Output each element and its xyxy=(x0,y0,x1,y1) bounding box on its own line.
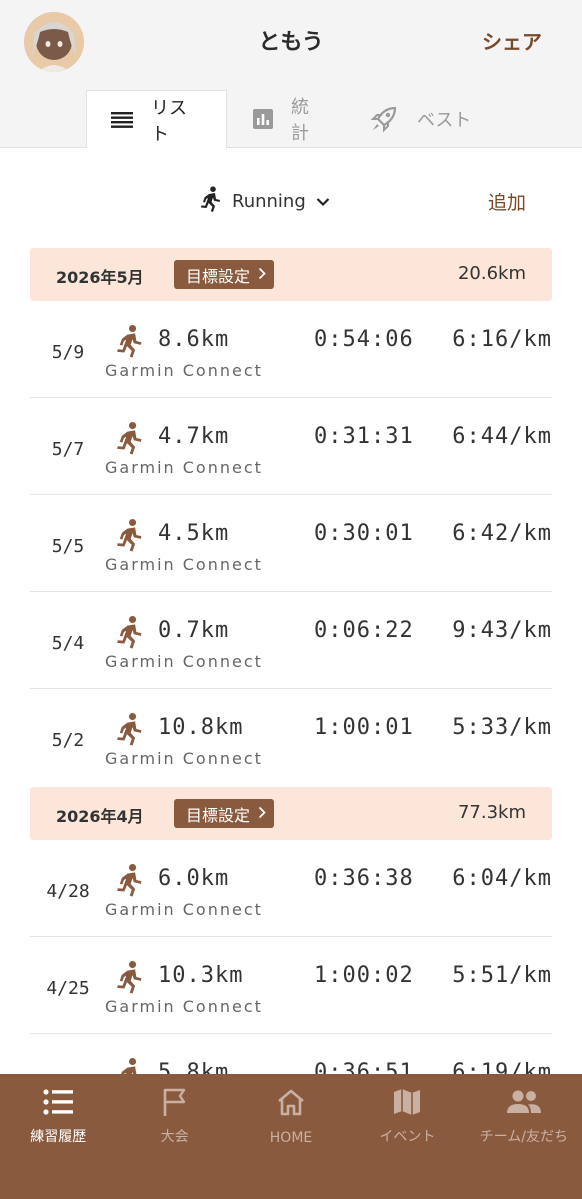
running-icon xyxy=(116,517,144,557)
activity-row[interactable]: 5/5 4.5km Garmin Connect 0:30:01 6:42/km xyxy=(30,495,552,592)
activity-pace: 6:04/km xyxy=(452,866,552,891)
month-title: 2026年4月 xyxy=(56,807,144,826)
nav-events[interactable]: イベント xyxy=(349,1074,465,1199)
activity-row[interactable]: 4/25 10.3km Garmin Connect 1:00:02 5:51/… xyxy=(30,937,552,1034)
map-icon xyxy=(349,1084,465,1120)
app-header: ともう シェア リスト 統計 ベスト xyxy=(0,0,582,148)
tab-stats-label: 統計 xyxy=(291,97,309,144)
nav-history-label: 練習履歴 xyxy=(30,1129,87,1145)
running-icon xyxy=(116,862,144,902)
share-button[interactable]: シェア xyxy=(482,26,542,55)
add-button[interactable]: 追加 xyxy=(488,188,526,215)
activity-source: Garmin Connect xyxy=(105,749,263,768)
goal-setting-button[interactable]: 目標設定 xyxy=(174,260,275,289)
nav-home-label: HOME xyxy=(269,1130,313,1146)
nav-races-label: 大会 xyxy=(160,1129,189,1145)
nav-events-label: イベント xyxy=(379,1129,436,1145)
activity-distance: 6.0km xyxy=(158,866,230,891)
activity-distance: 10.3km xyxy=(158,963,244,988)
bottom-nav: 練習履歴 大会 HOME イベント チーム/友だち xyxy=(0,1074,582,1199)
running-icon xyxy=(116,614,144,654)
view-tabs: リスト 統計 ベスト xyxy=(86,90,495,148)
activity-date: 4/25 xyxy=(46,978,90,999)
sport-label: Running xyxy=(232,191,306,212)
activity-date: 5/4 xyxy=(51,633,85,654)
sport-selector[interactable]: Running xyxy=(200,186,330,217)
activity-time: 0:31:31 xyxy=(314,424,414,449)
nav-team-friends[interactable]: チーム/友だち xyxy=(466,1074,582,1199)
tab-list[interactable]: リスト xyxy=(86,90,227,148)
tab-list-label: リスト xyxy=(151,97,187,145)
activity-pace: 9:43/km xyxy=(452,618,552,643)
bar-chart-icon xyxy=(253,109,273,129)
activity-row[interactable]: 4/28 6.0km Garmin Connect 0:36:38 6:04/k… xyxy=(30,840,552,937)
activity-time: 0:54:06 xyxy=(314,327,414,352)
activity-time: 1:00:02 xyxy=(314,963,414,988)
running-icon xyxy=(200,186,222,217)
activity-row[interactable]: 5/2 10.8km Garmin Connect 1:00:01 5:33/k… xyxy=(30,689,552,786)
chevron-right-icon xyxy=(258,804,266,823)
activity-row[interactable]: 5/4 0.7km Garmin Connect 0:06:22 9:43/km xyxy=(30,592,552,689)
nav-team-friends-label: チーム/友だち xyxy=(479,1129,568,1145)
activity-time: 0:06:22 xyxy=(314,618,414,643)
tab-best-label: ベスト xyxy=(417,110,472,131)
activity-date: 5/7 xyxy=(51,439,85,460)
activity-date: 5/9 xyxy=(51,342,85,363)
activity-source: Garmin Connect xyxy=(105,997,263,1016)
activity-distance: 0.7km xyxy=(158,618,230,643)
activity-distance: 4.7km xyxy=(158,424,230,449)
activity-source: Garmin Connect xyxy=(105,361,263,380)
activity-row[interactable]: 5/7 4.7km Garmin Connect 0:31:31 6:44/km xyxy=(30,398,552,495)
home-icon xyxy=(233,1084,349,1120)
running-icon xyxy=(116,420,144,460)
activity-distance: 10.8km xyxy=(158,715,244,740)
goal-setting-button[interactable]: 目標設定 xyxy=(174,799,275,828)
activity-source: Garmin Connect xyxy=(105,555,263,574)
chevron-down-icon xyxy=(316,191,330,212)
activity-time: 1:00:01 xyxy=(314,715,414,740)
activity-pace: 6:42/km xyxy=(452,521,552,546)
month-header: 2026年5月 目標設定 20.6km xyxy=(30,248,552,301)
activity-date: 5/2 xyxy=(51,730,85,751)
activity-time: 0:36:38 xyxy=(314,866,414,891)
rocket-icon xyxy=(369,104,399,134)
month-title: 2026年5月 xyxy=(56,268,144,287)
tab-stats[interactable]: 統計 xyxy=(227,90,347,148)
goal-setting-label: 目標設定 xyxy=(186,266,251,286)
flag-icon xyxy=(116,1084,232,1120)
running-icon xyxy=(116,711,144,751)
nav-home[interactable]: HOME xyxy=(233,1074,349,1199)
activity-pace: 6:16/km xyxy=(452,327,552,352)
activity-distance: 4.5km xyxy=(158,521,230,546)
activity-source: Garmin Connect xyxy=(105,458,263,477)
month-total: 20.6km xyxy=(457,263,526,284)
activity-pace: 5:33/km xyxy=(452,715,552,740)
people-icon xyxy=(466,1084,582,1120)
running-icon xyxy=(116,323,144,363)
list-icon xyxy=(111,111,133,128)
activity-row[interactable]: 5/9 8.6km Garmin Connect 0:54:06 6:16/km xyxy=(30,301,552,398)
chevron-right-icon xyxy=(258,265,266,284)
tab-best[interactable]: ベスト xyxy=(347,90,495,148)
goal-setting-label: 目標設定 xyxy=(186,805,251,825)
activity-pace: 5:51/km xyxy=(452,963,552,988)
running-icon xyxy=(116,959,144,999)
activity-distance: 8.6km xyxy=(158,327,230,352)
month-header: 2026年4月 目標設定 77.3km xyxy=(30,787,552,840)
activity-pace: 6:44/km xyxy=(452,424,552,449)
filter-bar: Running 追加 xyxy=(0,184,582,218)
activity-time: 0:30:01 xyxy=(314,521,414,546)
month-total: 77.3km xyxy=(457,802,526,823)
activity-date: 4/28 xyxy=(46,881,90,902)
activity-source: Garmin Connect xyxy=(105,652,263,671)
activity-source: Garmin Connect xyxy=(105,900,263,919)
nav-races[interactable]: 大会 xyxy=(116,1074,232,1199)
nav-history[interactable]: 練習履歴 xyxy=(0,1074,116,1199)
list-icon xyxy=(0,1084,116,1120)
activity-date: 5/5 xyxy=(51,536,85,557)
